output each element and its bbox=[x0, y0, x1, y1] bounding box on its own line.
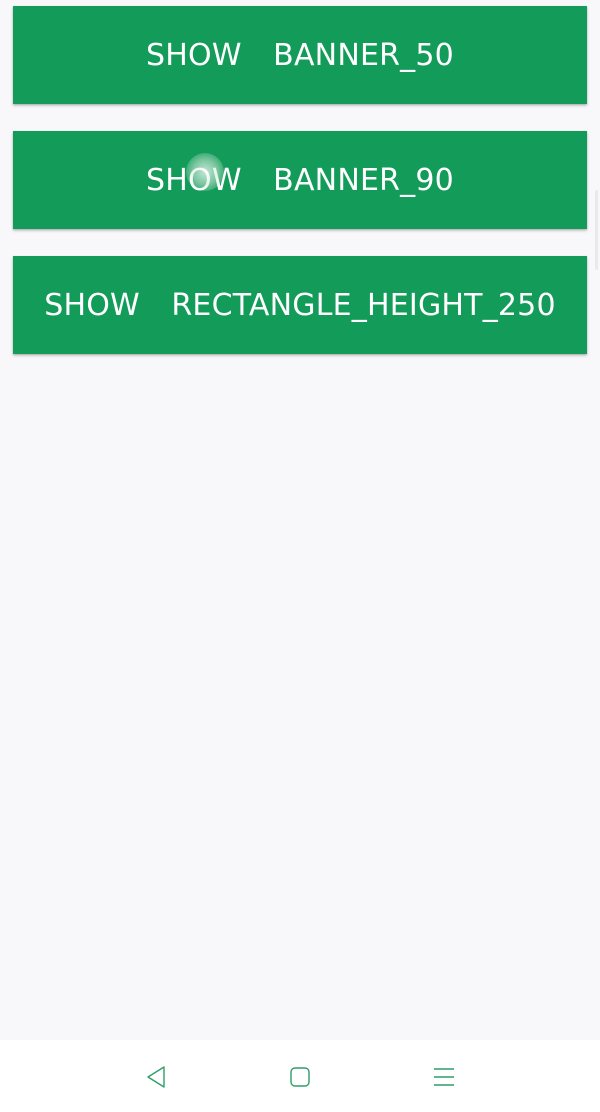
menu-icon[interactable] bbox=[429, 1062, 459, 1092]
scrollbar bbox=[595, 190, 598, 270]
app-screen: SHOW BANNER_50 SHOW BANNER_90 SHOW RECTA… bbox=[0, 0, 600, 1040]
system-navigation-bar bbox=[0, 1040, 600, 1112]
show-banner-50-button[interactable]: SHOW BANNER_50 bbox=[13, 6, 587, 104]
back-icon[interactable] bbox=[141, 1062, 171, 1092]
show-banner-90-button[interactable]: SHOW BANNER_90 bbox=[13, 131, 587, 229]
show-rectangle-height-250-button[interactable]: SHOW RECTANGLE_HEIGHT_250 bbox=[13, 256, 587, 354]
home-icon[interactable] bbox=[285, 1062, 315, 1092]
